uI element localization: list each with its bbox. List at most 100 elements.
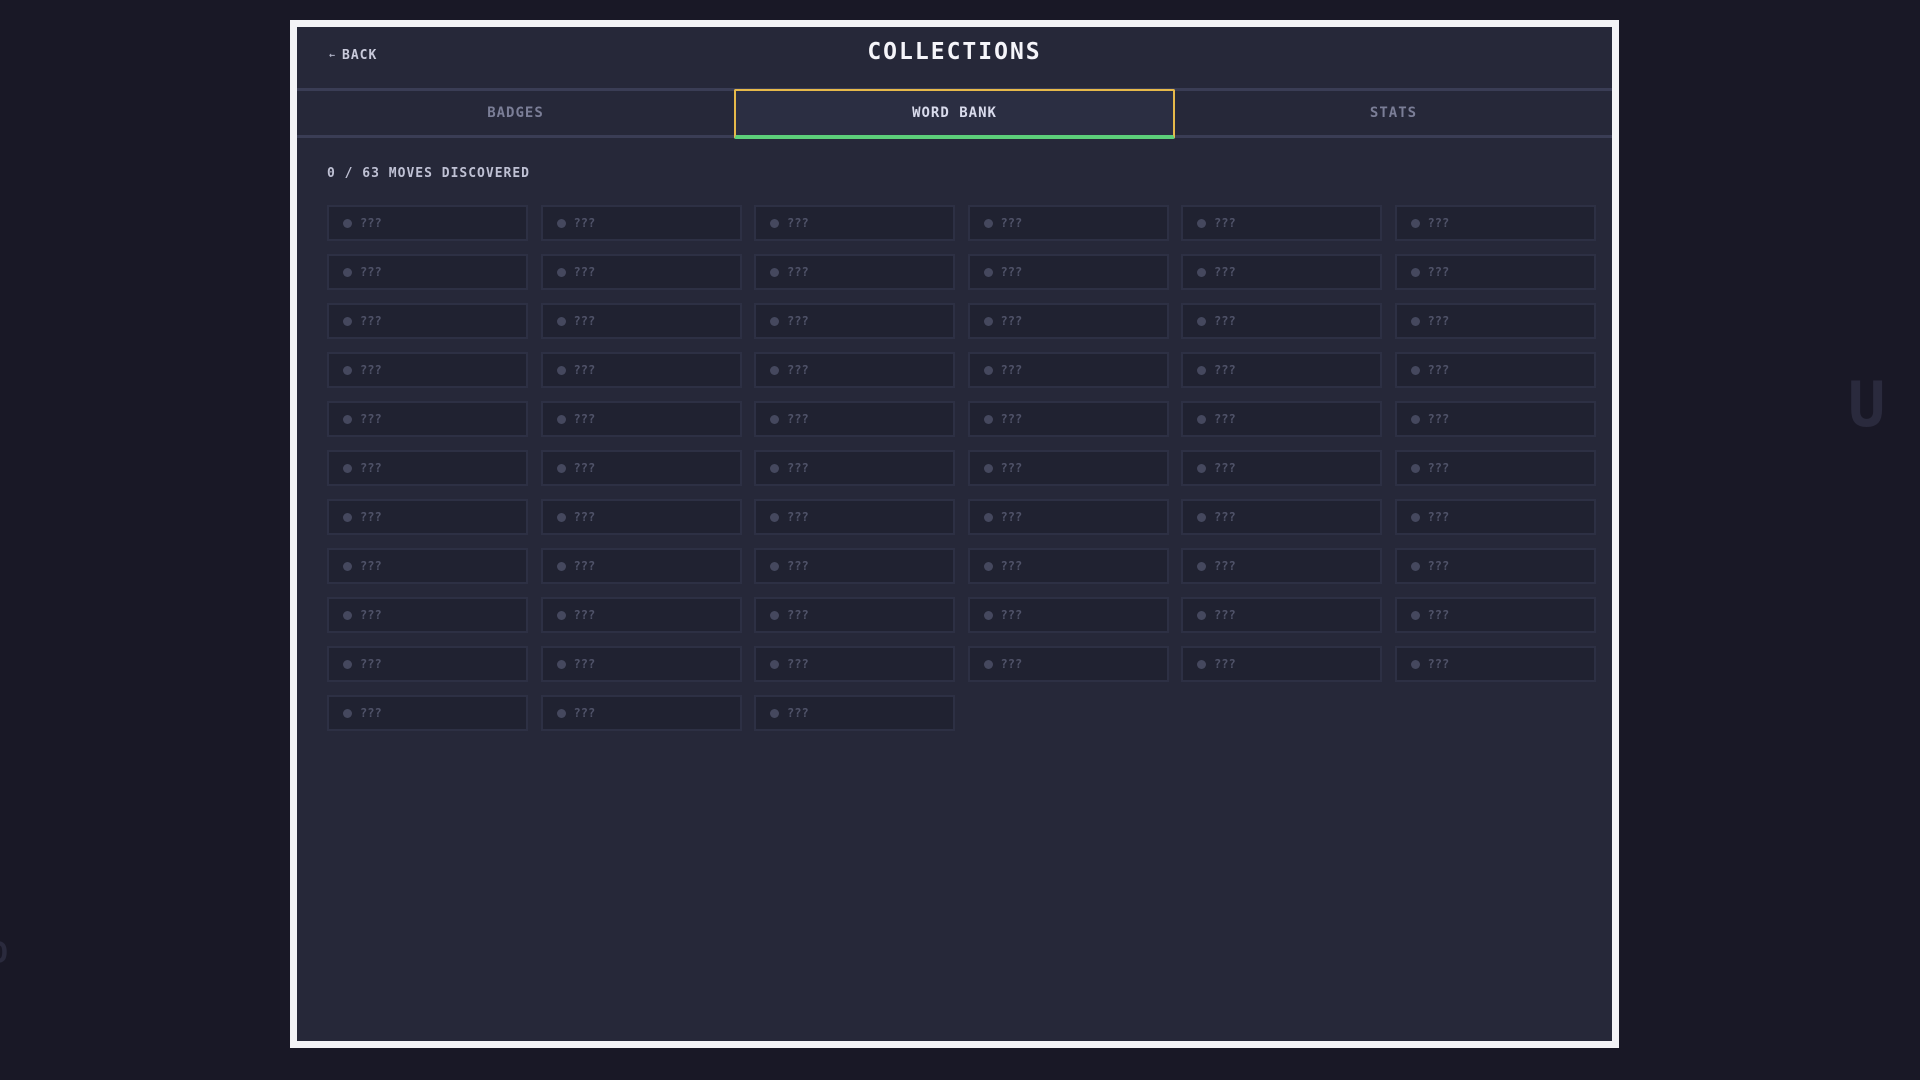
word-bank-item-label: ???	[360, 657, 382, 671]
word-bank-item[interactable]: ???	[540, 303, 742, 339]
locked-dot-icon	[1410, 659, 1420, 669]
locked-dot-icon	[983, 365, 993, 375]
word-bank-item[interactable]: ???	[540, 646, 742, 682]
locked-dot-icon	[556, 512, 566, 522]
locked-dot-icon	[770, 414, 779, 424]
word-bank-item[interactable]: ???	[754, 401, 955, 437]
word-bank-item[interactable]: ???	[967, 499, 1169, 535]
collections-panel: ← BACK COLLECTIONS BADGES WORD BANK STAT…	[290, 20, 1619, 1048]
word-bank-item[interactable]: ???	[327, 695, 528, 731]
word-bank-item[interactable]: ???	[1181, 401, 1382, 437]
word-bank-item[interactable]: ???	[1181, 548, 1382, 584]
locked-dot-icon	[1410, 561, 1420, 571]
word-bank-item[interactable]: ???	[327, 548, 528, 584]
word-bank-item[interactable]: ???	[967, 597, 1169, 633]
word-bank-item[interactable]: ???	[967, 205, 1169, 241]
word-bank-item-label: ???	[360, 216, 382, 230]
word-bank-item[interactable]: ???	[1181, 205, 1382, 241]
word-bank-item[interactable]: ???	[1394, 450, 1596, 486]
word-bank-item[interactable]: ???	[327, 597, 528, 633]
word-bank-item[interactable]: ???	[1181, 450, 1382, 486]
word-bank-item[interactable]: ???	[754, 450, 955, 486]
word-bank-item[interactable]: ???	[540, 352, 742, 388]
word-bank-item-label: ???	[360, 608, 382, 622]
word-bank-item-label: ???	[1427, 216, 1450, 230]
word-bank-item-label: ???	[573, 657, 596, 671]
word-bank-item[interactable]: ???	[1181, 254, 1382, 290]
word-bank-item[interactable]: ???	[967, 303, 1169, 339]
word-bank-item[interactable]: ???	[967, 450, 1169, 486]
tab-word-bank[interactable]: WORD BANK	[734, 89, 1175, 139]
word-bank-item[interactable]: ???	[754, 205, 955, 241]
word-bank-item[interactable]: ???	[540, 254, 742, 290]
word-bank-item[interactable]: ???	[754, 499, 955, 535]
word-bank-item[interactable]: ???	[754, 646, 955, 682]
locked-dot-icon	[1197, 414, 1206, 424]
word-bank-item[interactable]: ???	[1181, 646, 1382, 682]
tab-stats[interactable]: STATS	[1175, 91, 1612, 135]
word-bank-item-label: ???	[1427, 559, 1450, 573]
word-bank-item[interactable]: ???	[1181, 352, 1382, 388]
locked-dot-icon	[1410, 316, 1420, 326]
word-bank-item[interactable]: ???	[754, 254, 955, 290]
word-bank-item-label: ???	[787, 510, 809, 524]
word-bank-item[interactable]: ???	[540, 499, 742, 535]
locked-dot-icon	[983, 218, 993, 228]
word-bank-item-label: ???	[360, 559, 382, 573]
background-glyph-d: D	[0, 936, 8, 971]
word-bank-item-label: ???	[1000, 657, 1023, 671]
word-bank-item-label: ???	[1427, 363, 1450, 377]
tab-badges[interactable]: BADGES	[297, 91, 734, 135]
word-bank-item[interactable]: ???	[540, 450, 742, 486]
locked-dot-icon	[343, 708, 352, 718]
word-bank-item[interactable]: ???	[540, 401, 742, 437]
word-bank-item[interactable]: ???	[327, 303, 528, 339]
word-bank-item[interactable]: ???	[327, 646, 528, 682]
word-bank-item[interactable]: ???	[1394, 254, 1596, 290]
word-bank-item[interactable]: ???	[1394, 548, 1596, 584]
word-bank-item-label: ???	[1214, 461, 1236, 475]
word-bank-item[interactable]: ???	[1394, 303, 1596, 339]
word-bank-item[interactable]: ???	[327, 254, 528, 290]
word-bank-item-label: ???	[1000, 412, 1023, 426]
word-bank-item[interactable]: ???	[754, 303, 955, 339]
word-bank-item[interactable]: ???	[327, 352, 528, 388]
word-bank-item[interactable]: ???	[1181, 499, 1382, 535]
word-bank-item[interactable]: ???	[754, 695, 955, 731]
word-bank-item[interactable]: ???	[1394, 401, 1596, 437]
locked-dot-icon	[770, 708, 779, 718]
locked-dot-icon	[343, 512, 352, 522]
word-bank-item[interactable]: ???	[540, 695, 742, 731]
word-bank-item[interactable]: ???	[1394, 646, 1596, 682]
word-bank-item[interactable]: ???	[967, 352, 1169, 388]
locked-dot-icon	[556, 659, 566, 669]
word-bank-item[interactable]: ???	[754, 597, 955, 633]
word-bank-item-label: ???	[787, 461, 809, 475]
word-bank-item[interactable]: ???	[1181, 597, 1382, 633]
word-bank-item[interactable]: ???	[967, 254, 1169, 290]
word-bank-item[interactable]: ???	[327, 499, 528, 535]
word-bank-item[interactable]: ???	[540, 548, 742, 584]
word-bank-item[interactable]: ???	[1181, 303, 1382, 339]
word-bank-item[interactable]: ???	[754, 352, 955, 388]
locked-dot-icon	[343, 561, 352, 571]
word-bank-grid: ????????????????????????????????????????…	[327, 205, 1596, 731]
word-bank-item[interactable]: ???	[1394, 499, 1596, 535]
word-bank-item[interactable]: ???	[967, 548, 1169, 584]
locked-dot-icon	[343, 218, 352, 228]
word-bank-item[interactable]: ???	[967, 401, 1169, 437]
word-bank-item[interactable]: ???	[540, 205, 742, 241]
word-bank-item[interactable]: ???	[540, 597, 742, 633]
word-bank-item[interactable]: ???	[1394, 352, 1596, 388]
word-bank-item[interactable]: ???	[327, 450, 528, 486]
word-bank-item[interactable]: ???	[327, 401, 528, 437]
word-bank-item[interactable]: ???	[1394, 597, 1596, 633]
word-bank-item[interactable]: ???	[967, 646, 1169, 682]
locked-dot-icon	[1197, 512, 1206, 522]
word-bank-item-label: ???	[1000, 559, 1023, 573]
word-bank-item[interactable]: ???	[1394, 205, 1596, 241]
word-bank-item[interactable]: ???	[754, 548, 955, 584]
word-bank-item[interactable]: ???	[327, 205, 528, 241]
locked-dot-icon	[1197, 365, 1206, 375]
locked-dot-icon	[556, 561, 566, 571]
